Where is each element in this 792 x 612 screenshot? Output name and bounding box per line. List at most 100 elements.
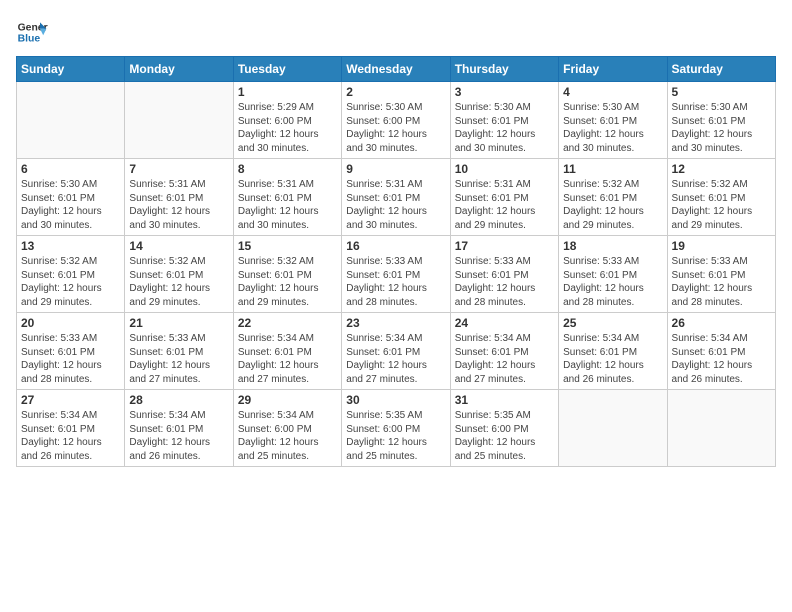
day-info: Sunrise: 5:34 AM Sunset: 6:01 PM Dayligh… [672, 332, 771, 386]
day-info: Sunrise: 5:34 AM Sunset: 6:01 PM Dayligh… [238, 332, 337, 386]
logo: General Blue [16, 16, 48, 48]
day-number: 17 [455, 239, 554, 253]
day-number: 4 [563, 85, 662, 99]
day-number: 11 [563, 162, 662, 176]
calendar-cell: 10Sunrise: 5:31 AM Sunset: 6:01 PM Dayli… [450, 159, 558, 236]
day-number: 3 [455, 85, 554, 99]
day-number: 5 [672, 85, 771, 99]
day-number: 12 [672, 162, 771, 176]
calendar-cell: 5 Sunrise: 5:30 AM Sunset: 6:01 PM Daylig… [667, 82, 775, 159]
day-info: Sunrise: 5:34 AM Sunset: 6:00 PM Dayligh… [238, 409, 337, 463]
day-info: Sunrise: 5:34 AM Sunset: 6:01 PM Dayligh… [346, 332, 445, 386]
day-number: 28 [129, 393, 228, 407]
day-number: 24 [455, 316, 554, 330]
day-info: Sunrise: 5:32 AM Sunset: 6:01 PM Dayligh… [21, 255, 120, 309]
day-number: 16 [346, 239, 445, 253]
calendar-cell [667, 390, 775, 467]
week-row-4: 20 Sunrise: 5:33 AM Sunset: 6:01 PM Dayli… [17, 313, 776, 390]
calendar-cell: 20Sunrise: 5:33 AM Sunset: 6:01 PM Dayli… [17, 313, 125, 390]
calendar-cell: 4 Sunrise: 5:30 AM Sunset: 6:01 PM Daylig… [559, 82, 667, 159]
day-info: Sunrise: 5:30 AM Sunset: 6:00 PM Dayligh… [346, 101, 445, 155]
calendar-cell: 22 Sunrise: 5:34 AM Sunset: 6:01 PM Dayli… [233, 313, 341, 390]
weekday-header-row: SundayMondayTuesdayWednesdayThursdayFrid… [17, 57, 776, 82]
day-info: Sunrise: 5:32 AM Sunset: 6:01 PM Dayligh… [238, 255, 337, 309]
day-number: 2 [346, 85, 445, 99]
day-number: 26 [672, 316, 771, 330]
weekday-header-friday: Friday [559, 57, 667, 82]
day-info: Sunrise: 5:31 AM Sunset: 6:01 PM Dayligh… [346, 178, 445, 232]
day-info: Sunrise: 5:34 AM Sunset: 6:01 PM Dayligh… [129, 409, 228, 463]
weekday-header-tuesday: Tuesday [233, 57, 341, 82]
calendar-cell: 11 Sunrise: 5:32 AM Sunset: 6:01 PM Dayli… [559, 159, 667, 236]
calendar-cell: 3 Sunrise: 5:30 AM Sunset: 6:01 PM Daylig… [450, 82, 558, 159]
day-number: 22 [238, 316, 337, 330]
day-info: Sunrise: 5:34 AM Sunset: 6:01 PM Dayligh… [563, 332, 662, 386]
day-number: 6 [21, 162, 120, 176]
calendar-cell: 28 Sunrise: 5:34 AM Sunset: 6:01 PM Dayli… [125, 390, 233, 467]
day-number: 20 [21, 316, 120, 330]
calendar-cell: 24 Sunrise: 5:34 AM Sunset: 6:01 PM Dayli… [450, 313, 558, 390]
day-info: Sunrise: 5:32 AM Sunset: 6:01 PM Dayligh… [563, 178, 662, 232]
day-info: Sunrise: 5:30 AM Sunset: 6:01 PM Dayligh… [455, 101, 554, 155]
calendar-cell: 9 Sunrise: 5:31 AM Sunset: 6:01 PM Daylig… [342, 159, 450, 236]
day-number: 21 [129, 316, 228, 330]
calendar-cell: 27 Sunrise: 5:34 AM Sunset: 6:01 PM Dayli… [17, 390, 125, 467]
day-info: Sunrise: 5:32 AM Sunset: 6:01 PM Dayligh… [672, 178, 771, 232]
day-info: Sunrise: 5:34 AM Sunset: 6:01 PM Dayligh… [21, 409, 120, 463]
day-info: Sunrise: 5:31 AM Sunset: 6:01 PM Dayligh… [129, 178, 228, 232]
calendar-cell: 8 Sunrise: 5:31 AM Sunset: 6:01 PM Daylig… [233, 159, 341, 236]
calendar-cell: 6 Sunrise: 5:30 AM Sunset: 6:01 PM Daylig… [17, 159, 125, 236]
calendar-cell: 7 Sunrise: 5:31 AM Sunset: 6:01 PM Daylig… [125, 159, 233, 236]
week-row-3: 13 Sunrise: 5:32 AM Sunset: 6:01 PM Dayli… [17, 236, 776, 313]
day-number: 14 [129, 239, 228, 253]
calendar-cell: 23 Sunrise: 5:34 AM Sunset: 6:01 PM Dayli… [342, 313, 450, 390]
calendar-cell: 2 Sunrise: 5:30 AM Sunset: 6:00 PM Daylig… [342, 82, 450, 159]
calendar-cell [17, 82, 125, 159]
day-number: 29 [238, 393, 337, 407]
day-number: 1 [238, 85, 337, 99]
calendar-cell: 31 Sunrise: 5:35 AM Sunset: 6:00 PM Dayli… [450, 390, 558, 467]
day-info: Sunrise: 5:33 AM Sunset: 6:01 PM Dayligh… [129, 332, 228, 386]
day-info: Sunrise: 5:29 AM Sunset: 6:00 PM Dayligh… [238, 101, 337, 155]
weekday-header-thursday: Thursday [450, 57, 558, 82]
svg-text:Blue: Blue [18, 34, 41, 45]
day-number: 7 [129, 162, 228, 176]
calendar-cell: 12 Sunrise: 5:32 AM Sunset: 6:01 PM Dayli… [667, 159, 775, 236]
day-number: 13 [21, 239, 120, 253]
day-info: Sunrise: 5:33 AM Sunset: 6:01 PM Dayligh… [346, 255, 445, 309]
day-number: 19 [672, 239, 771, 253]
week-row-1: 1 Sunrise: 5:29 AM Sunset: 6:00 PM Daylig… [17, 82, 776, 159]
calendar: SundayMondayTuesdayWednesdayThursdayFrid… [16, 56, 776, 467]
day-number: 27 [21, 393, 120, 407]
day-info: Sunrise: 5:30 AM Sunset: 6:01 PM Dayligh… [563, 101, 662, 155]
day-number: 10 [455, 162, 554, 176]
day-info: Sunrise: 5:30 AM Sunset: 6:01 PM Dayligh… [672, 101, 771, 155]
calendar-cell: 19Sunrise: 5:33 AM Sunset: 6:01 PM Dayli… [667, 236, 775, 313]
week-row-2: 6 Sunrise: 5:30 AM Sunset: 6:01 PM Daylig… [17, 159, 776, 236]
calendar-cell: 16 Sunrise: 5:33 AM Sunset: 6:01 PM Dayli… [342, 236, 450, 313]
day-number: 15 [238, 239, 337, 253]
calendar-cell [125, 82, 233, 159]
calendar-cell: 17Sunrise: 5:33 AM Sunset: 6:01 PM Dayli… [450, 236, 558, 313]
day-number: 8 [238, 162, 337, 176]
day-info: Sunrise: 5:35 AM Sunset: 6:00 PM Dayligh… [346, 409, 445, 463]
calendar-cell: 18Sunrise: 5:33 AM Sunset: 6:01 PM Dayli… [559, 236, 667, 313]
day-info: Sunrise: 5:35 AM Sunset: 6:00 PM Dayligh… [455, 409, 554, 463]
calendar-cell: 26 Sunrise: 5:34 AM Sunset: 6:01 PM Dayli… [667, 313, 775, 390]
weekday-header-sunday: Sunday [17, 57, 125, 82]
day-number: 30 [346, 393, 445, 407]
day-number: 9 [346, 162, 445, 176]
calendar-cell: 29 Sunrise: 5:34 AM Sunset: 6:00 PM Dayli… [233, 390, 341, 467]
day-number: 23 [346, 316, 445, 330]
week-row-5: 27 Sunrise: 5:34 AM Sunset: 6:01 PM Dayli… [17, 390, 776, 467]
weekday-header-monday: Monday [125, 57, 233, 82]
day-info: Sunrise: 5:31 AM Sunset: 6:01 PM Dayligh… [238, 178, 337, 232]
day-info: Sunrise: 5:30 AM Sunset: 6:01 PM Dayligh… [21, 178, 120, 232]
weekday-header-wednesday: Wednesday [342, 57, 450, 82]
calendar-cell [559, 390, 667, 467]
day-number: 31 [455, 393, 554, 407]
calendar-cell: 21 Sunrise: 5:33 AM Sunset: 6:01 PM Dayli… [125, 313, 233, 390]
day-info: Sunrise: 5:32 AM Sunset: 6:01 PM Dayligh… [129, 255, 228, 309]
day-info: Sunrise: 5:34 AM Sunset: 6:01 PM Dayligh… [455, 332, 554, 386]
day-number: 18 [563, 239, 662, 253]
